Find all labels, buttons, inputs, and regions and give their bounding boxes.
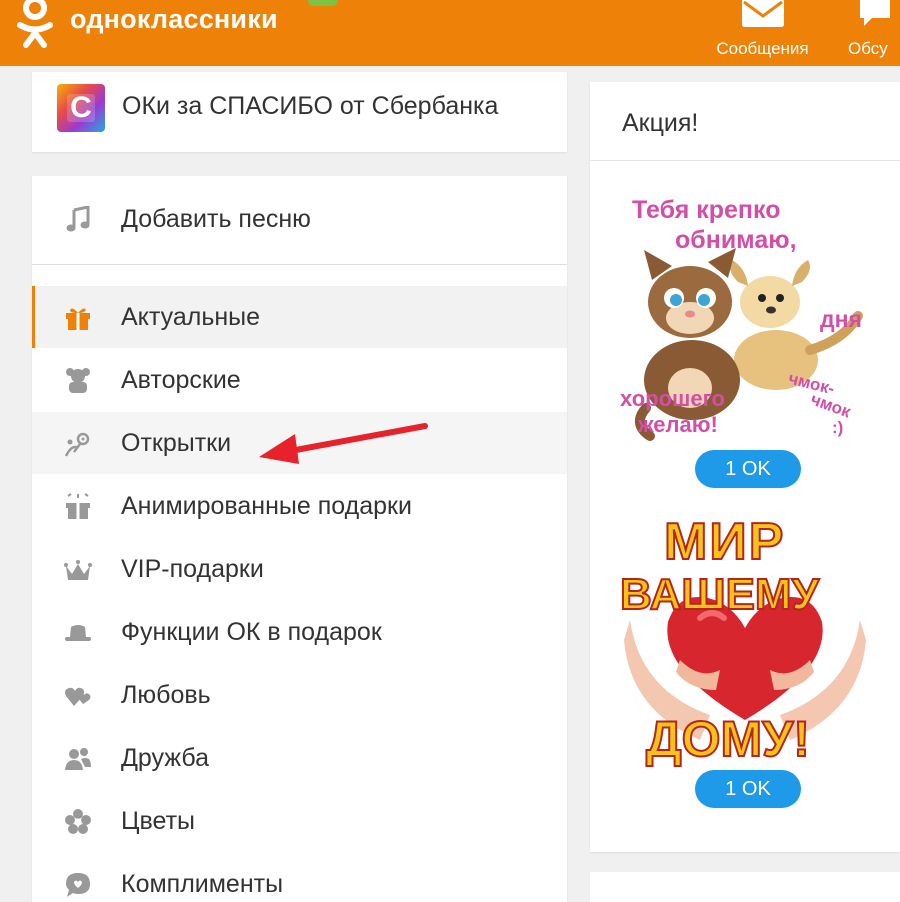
messages-label: Сообщения	[716, 39, 809, 58]
menu-item-add-song[interactable]: Добавить песню	[32, 188, 567, 250]
menu-divider	[32, 264, 567, 265]
friends-icon	[65, 748, 91, 770]
speech-bubble-icon	[66, 873, 90, 897]
discussions-button[interactable]: Обсу	[848, 0, 900, 58]
menu-item-label: Любовь	[121, 681, 211, 709]
teddy-bear-icon	[66, 368, 90, 393]
promo-panel: Акция! Тебя крепко обнимаю, дня хорошего…	[590, 82, 900, 852]
promo-panel-divider	[590, 160, 900, 161]
gift-categories-menu: Добавить песню Актуальные Авторские Откр…	[32, 176, 567, 902]
hearts-icon	[65, 687, 91, 706]
promo-panel-title: Акция!	[622, 109, 699, 137]
ok-logo-icon[interactable]	[14, 0, 56, 50]
discussions-icon	[860, 0, 890, 26]
promo-text: ОКи за СПАСИБО от Сбербанка	[122, 92, 499, 120]
gift-text-line: ВАШЕМУ	[619, 569, 820, 620]
gift-text-line: желаю!	[638, 412, 718, 437]
gift-text-line: МИР	[663, 512, 786, 572]
red-arrow-annotation	[259, 423, 428, 464]
sberbank-spasibo-icon: C	[57, 84, 105, 132]
gift-price-button[interactable]: 1 OK	[695, 770, 801, 808]
menu-item-label: Функции ОК в подарок	[121, 618, 382, 646]
menu-item-label: Дружба	[121, 744, 209, 772]
gift-text-line: Тебя крепко	[632, 196, 781, 224]
menu-item-label: Добавить песню	[121, 205, 311, 233]
gift-text-line: ДОМУ!	[645, 710, 811, 768]
menu-item-label: Актуальные	[121, 303, 261, 331]
menu-item-animated-gifts[interactable]: Анимированные подарки	[32, 475, 567, 537]
gift-text-line: дня	[820, 306, 862, 332]
gift-price-button[interactable]: 1 OK	[695, 450, 801, 488]
active-indicator	[32, 286, 35, 348]
second-promo-panel	[590, 872, 900, 902]
gift-text-line: хорошего	[620, 386, 725, 411]
menu-item-label: Цветы	[121, 807, 195, 835]
top-bar: одноклассники Сообщения Обсу	[0, 0, 900, 66]
animated-gift-icon	[66, 493, 90, 519]
menu-item-vip-gifts[interactable]: VIP-подарки	[32, 538, 567, 600]
flower-icon	[65, 809, 91, 834]
menu-item-flowers[interactable]: Цветы	[32, 790, 567, 852]
menu-item-ok-functions[interactable]: Функции ОК в подарок	[32, 601, 567, 663]
menu-item-friendship[interactable]: Дружба	[32, 727, 567, 789]
logo-badge	[308, 0, 338, 6]
menu-item-label: Анимированные подарки	[121, 492, 412, 520]
gift-peace-card[interactable]: МИР ВАШЕМУ ДОМУ!	[619, 510, 870, 772]
promo-icon-letter: C	[70, 91, 92, 124]
gift-text-line: :)	[832, 418, 844, 437]
sberbank-promo-card[interactable]: C ОКи за СПАСИБО от Сбербанка	[32, 72, 567, 152]
messages-button[interactable]: Сообщения	[705, 0, 820, 58]
crown-icon	[64, 560, 92, 580]
gift-icon	[66, 308, 90, 330]
music-note-icon	[66, 206, 90, 232]
hat-icon	[65, 625, 91, 641]
postcard-icon	[64, 432, 90, 457]
menu-item-label: Открытки	[121, 429, 232, 457]
menu-item-label: VIP-подарки	[121, 555, 264, 583]
menu-item-author[interactable]: Авторские	[32, 349, 567, 411]
logo-text[interactable]: одноклассники	[70, 4, 278, 35]
envelope-icon	[741, 0, 784, 27]
gift-text-line: обнимаю,	[675, 226, 797, 254]
menu-item-love[interactable]: Любовь	[32, 664, 567, 726]
discussions-label: Обсу	[848, 39, 888, 58]
menu-item-label: Авторские	[121, 366, 241, 394]
menu-item-compliments[interactable]: Комплименты	[32, 853, 567, 902]
menu-item-label: Комплименты	[121, 870, 284, 898]
menu-item-actual[interactable]: Актуальные	[32, 286, 567, 348]
gift-hug-card[interactable]: Тебя крепко обнимаю, дня хорошего желаю!…	[620, 190, 866, 450]
